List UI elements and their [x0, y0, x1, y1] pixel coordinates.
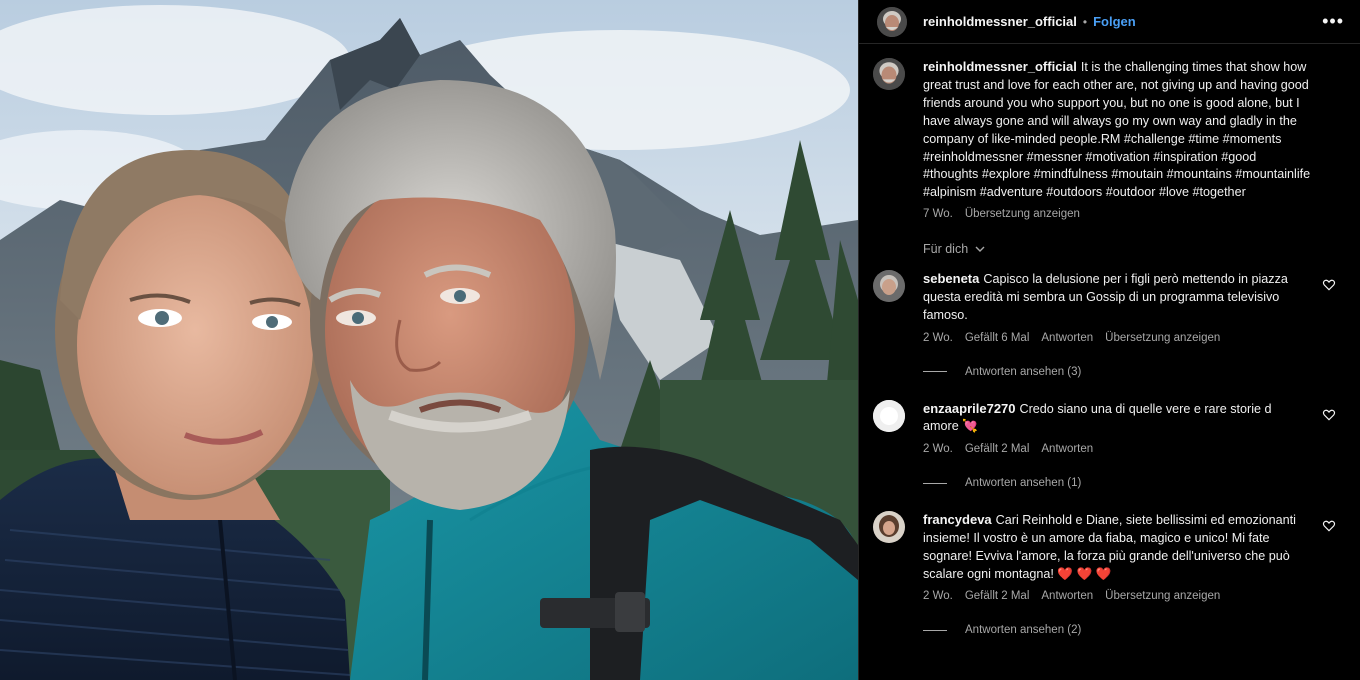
post-caption: reinholdmessner_official It is the challe…: [873, 58, 1342, 202]
comment-reply-button[interactable]: Antworten: [1041, 443, 1093, 455]
comment-reply-button[interactable]: Antworten: [1041, 332, 1093, 344]
selfie-photo-illustration: [0, 0, 858, 680]
caption-meta: 7 Wo. Übersetzung anzeigen: [873, 208, 1342, 220]
view-replies-button[interactable]: Antworten ansehen (3): [923, 366, 1301, 378]
view-replies-label: Antworten ansehen (1): [965, 477, 1082, 490]
comment-username[interactable]: enzaaprile7270: [923, 401, 1016, 416]
caption-avatar-image: [873, 58, 905, 90]
comment-age: 2 Wo.: [923, 443, 953, 456]
caption-translate-link[interactable]: Übersetzung anzeigen: [965, 208, 1080, 220]
comment-item: sebeneta Capisco la delusione per i figli…: [873, 270, 1342, 378]
caption-username[interactable]: reinholdmessner_official: [923, 59, 1077, 74]
commenter-avatar[interactable]: [873, 270, 905, 303]
comment-translate-link[interactable]: Übersetzung anzeigen: [1105, 590, 1220, 602]
caption-text-block: reinholdmessner_official It is the challe…: [923, 58, 1311, 202]
replies-divider-line: [923, 482, 947, 484]
comment-reply-button[interactable]: Antworten: [1041, 590, 1093, 602]
view-replies-button[interactable]: Antworten ansehen (1): [923, 477, 1301, 489]
post-header: reinholdmessner_official • Folgen •••: [859, 0, 1360, 44]
commenter-avatar[interactable]: [873, 399, 905, 432]
comment-translate-link[interactable]: Übersetzung anzeigen: [1105, 332, 1220, 344]
comment-text-block: francydeva Cari Reinhold e Diane, siete b…: [923, 511, 1301, 583]
post-photo[interactable]: [0, 0, 858, 680]
view-replies-button[interactable]: Antworten ansehen (2): [923, 624, 1301, 636]
commenter-avatar-image: [873, 270, 905, 303]
like-heart-icon[interactable]: [1322, 519, 1336, 533]
comment-likes-link[interactable]: Gefällt 2 Mal: [965, 443, 1030, 455]
replies-divider-line: [923, 629, 947, 631]
caption-author-avatar[interactable]: [873, 58, 905, 90]
commenter-avatar-image: [873, 399, 905, 432]
replies-divider-line: [923, 371, 947, 373]
comments-scroll-area[interactable]: reinholdmessner_official It is the challe…: [859, 44, 1360, 636]
comment-meta: 2 Wo. Gefällt 2 Mal Antworten Übersetzun…: [923, 590, 1301, 602]
comment-age: 2 Wo.: [923, 590, 953, 603]
more-options-icon[interactable]: •••: [1322, 11, 1344, 32]
comment-text-block: enzaaprile7270 Credo siano una di quelle …: [923, 400, 1301, 437]
commenter-avatar[interactable]: [873, 511, 905, 544]
comment-item: enzaaprile7270 Credo siano una di quelle …: [873, 399, 1342, 489]
sort-label: Für dich: [923, 242, 969, 257]
comment-meta: 2 Wo. Gefällt 6 Mal Antworten Übersetzun…: [923, 332, 1301, 344]
separator-dot: •: [1082, 14, 1088, 29]
view-replies-label: Antworten ansehen (2): [965, 624, 1082, 637]
like-heart-icon[interactable]: [1322, 278, 1336, 292]
comment-text-block: sebeneta Capisco la delusione per i figli…: [923, 270, 1301, 324]
view-replies-label: Antworten ansehen (3): [965, 365, 1082, 378]
comment-age: 2 Wo.: [923, 331, 953, 344]
like-heart-icon[interactable]: [1322, 408, 1336, 422]
comment-username[interactable]: sebeneta: [923, 271, 979, 286]
author-username[interactable]: reinholdmessner_official: [923, 14, 1077, 29]
comment-username[interactable]: francydeva: [923, 512, 992, 527]
caption-text: It is the challenging times that show ho…: [923, 60, 1311, 200]
follow-button[interactable]: Folgen: [1093, 14, 1136, 29]
comment-sort-dropdown[interactable]: Für dich: [923, 242, 1342, 256]
comment-likes-link[interactable]: Gefällt 6 Mal: [965, 332, 1030, 344]
author-avatar-image: [877, 6, 907, 37]
instagram-post-view: reinholdmessner_official • Folgen ••• re…: [0, 0, 1360, 680]
caption-age: 7 Wo.: [923, 208, 953, 221]
commenter-avatar-image: [873, 511, 905, 544]
post-side-panel: reinholdmessner_official • Folgen ••• re…: [858, 0, 1360, 680]
comment-item: francydeva Cari Reinhold e Diane, siete b…: [873, 511, 1342, 636]
author-avatar[interactable]: [877, 6, 907, 37]
chevron-down-icon: [975, 246, 985, 253]
comment-likes-link[interactable]: Gefällt 2 Mal: [965, 590, 1030, 602]
comment-meta: 2 Wo. Gefällt 2 Mal Antworten: [923, 443, 1301, 455]
